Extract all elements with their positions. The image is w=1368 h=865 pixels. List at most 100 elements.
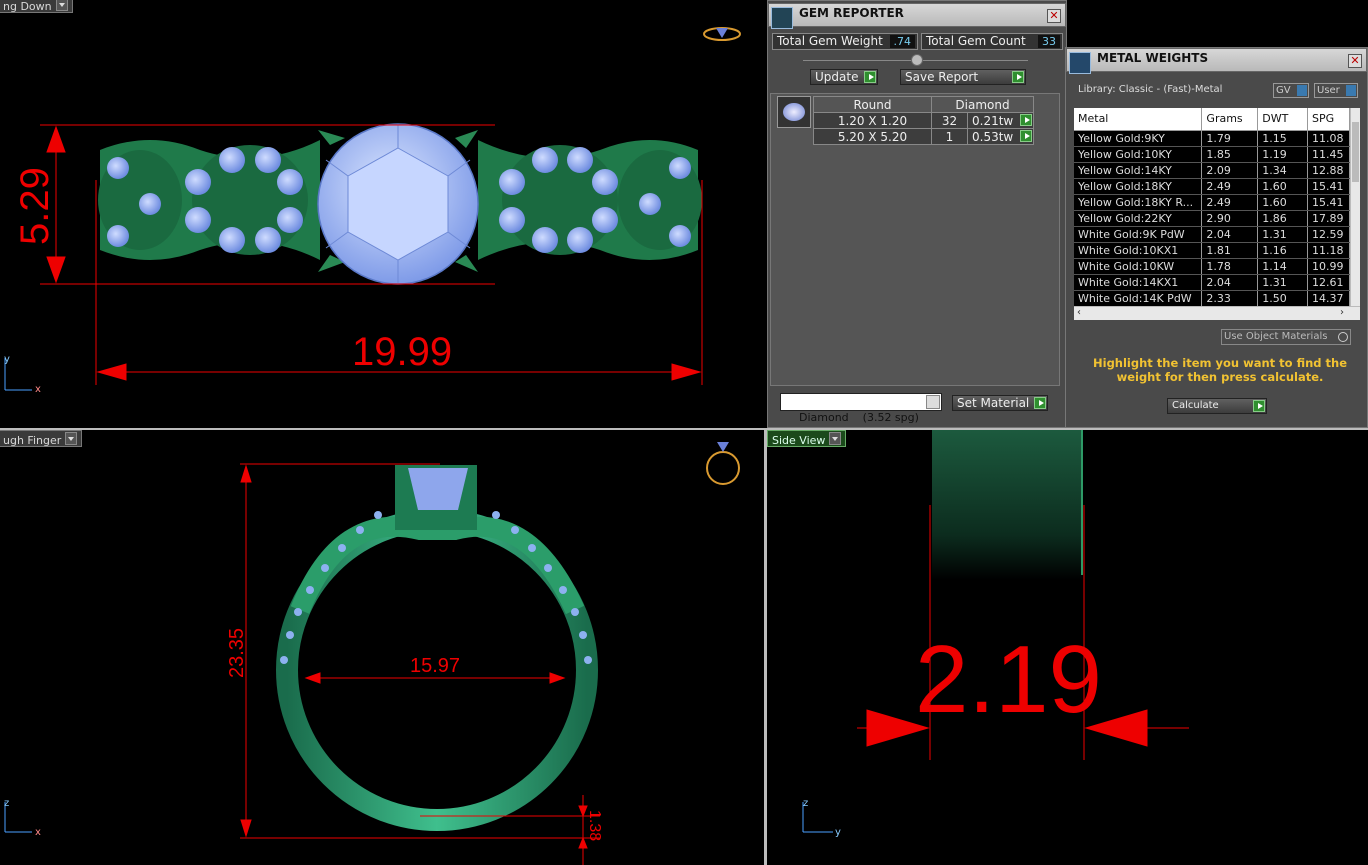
- metal-row[interactable]: Yellow Gold:9KY 1.79 1.15 11.08: [1074, 130, 1350, 147]
- ring-orientation-icon[interactable]: [706, 442, 740, 485]
- center-diamond: [317, 123, 479, 285]
- axis-y-label: y: [835, 827, 841, 838]
- toggle-label: User: [1317, 85, 1340, 96]
- side-viewport[interactable]: Side View 2.19 z y: [767, 430, 1368, 865]
- metal-grams: 2.33: [1201, 290, 1259, 307]
- metal-row[interactable]: Yellow Gold:10KY 1.85 1.19 11.45: [1074, 146, 1350, 163]
- gem-row[interactable]: 5.20 X 5.20 1 0.53tw: [813, 128, 1034, 145]
- metal-table-container[interactable]: Metal Grams DWT SPG Yellow Gold:9KY 1.79 1…: [1074, 108, 1360, 320]
- use-object-materials-toggle[interactable]: Use Object Materials: [1221, 329, 1351, 345]
- front-height-dimension: 23.35: [226, 628, 248, 678]
- top-viewport[interactable]: ng Down 5.29 19.99 y x: [0, 0, 764, 428]
- metal-name: Yellow Gold:9KY: [1074, 130, 1203, 147]
- viewport-name: ugh Finger: [3, 434, 62, 447]
- diamond-icon: [777, 96, 811, 128]
- dwt-header: DWT: [1257, 108, 1308, 131]
- metal-row[interactable]: White Gold:10KX1 1.81 1.16 11.18: [1074, 242, 1350, 259]
- splitter-knob[interactable]: [911, 54, 923, 66]
- axis-gizmo: z y: [802, 798, 841, 838]
- library-label: Library: Classic - (Fast)-Metal: [1078, 84, 1223, 95]
- ring-orientation-icon[interactable]: [703, 27, 741, 41]
- front-thickness-dimension: 1.38: [586, 810, 603, 841]
- play-icon[interactable]: [1020, 114, 1032, 126]
- metal-grams: 2.04: [1201, 274, 1259, 291]
- close-icon[interactable]: ✕: [1047, 9, 1061, 23]
- side-width-dimension: 2.19: [915, 626, 1102, 733]
- metal-name: White Gold:9K PdW: [1074, 226, 1203, 243]
- front-viewport-label[interactable]: ugh Finger: [0, 430, 83, 447]
- chevron-down-icon[interactable]: [55, 0, 68, 11]
- metal-row[interactable]: Yellow Gold:14KY 2.09 1.34 12.88: [1074, 162, 1350, 179]
- metal-dwt: 1.14: [1257, 258, 1308, 275]
- metal-weights-titlebar[interactable]: METAL WEIGHTS ✕: [1066, 48, 1367, 74]
- side-view-canvas: 2.19 z y: [802, 430, 1189, 838]
- axis-gizmo: y x: [4, 354, 41, 395]
- metal-row[interactable]: Yellow Gold:18KY R... 2.49 1.60 15.41: [1074, 194, 1350, 211]
- top-view-canvas: 5.29 19.99 y x: [4, 27, 741, 395]
- field-label: Total Gem Weight: [777, 34, 883, 48]
- button-label: Update: [815, 70, 859, 84]
- set-material-button[interactable]: Set Material: [952, 395, 1048, 411]
- metal-row[interactable]: White Gold:10KW 1.78 1.14 10.99: [1074, 258, 1350, 275]
- gem-reporter-panel: GEM REPORTER ✕ Total Gem Weight .74 Tota…: [767, 0, 1067, 428]
- metal-spg: 12.59: [1307, 226, 1350, 243]
- metal-row[interactable]: Yellow Gold:18KY 2.49 1.60 15.41: [1074, 178, 1350, 195]
- viewport-name: ng Down: [3, 0, 52, 13]
- gem-weight: 0.21tw: [972, 113, 1014, 128]
- close-icon[interactable]: ✕: [1348, 54, 1362, 68]
- metal-dwt: 1.50: [1257, 290, 1308, 307]
- metal-row[interactable]: White Gold:9K PdW 2.04 1.31 12.59: [1074, 226, 1350, 243]
- user-toggle[interactable]: User: [1314, 83, 1358, 98]
- side-viewport-label[interactable]: Side View: [767, 430, 847, 447]
- field-label: Total Gem Count: [926, 34, 1026, 48]
- gv-toggle[interactable]: GV: [1273, 83, 1309, 98]
- front-viewport[interactable]: ugh Finger 23.35 15.97 1.38 z x: [0, 430, 764, 865]
- metal-name: White Gold:10KW: [1074, 258, 1203, 275]
- chevron-down-icon[interactable]: [926, 395, 940, 409]
- metal-grams: 1.78: [1201, 258, 1259, 275]
- chevron-down-icon[interactable]: [65, 432, 78, 445]
- button-label: Calculate: [1172, 400, 1219, 411]
- play-icon: [1012, 71, 1024, 83]
- gem-row[interactable]: 1.20 X 1.20 32 0.21tw: [813, 112, 1034, 129]
- metal-dwt: 1.60: [1257, 194, 1308, 211]
- metal-spg: 12.88: [1307, 162, 1350, 179]
- metal-spg: 11.18: [1307, 242, 1350, 259]
- top-height-dimension: 5.29: [13, 167, 57, 245]
- gem-count: 32: [931, 112, 968, 129]
- top-width-dimension: 19.99: [352, 330, 452, 374]
- metal-row[interactable]: White Gold:14K PdW 2.33 1.50 14.37: [1074, 290, 1350, 307]
- metal-grams: 1.79: [1201, 130, 1259, 147]
- total-gem-count-value: 33: [1038, 35, 1060, 48]
- material-select[interactable]: Diamond (3.52 spg): [780, 393, 942, 424]
- metal-grams: 1.85: [1201, 146, 1259, 163]
- front-view-canvas: 23.35 15.97 1.38 z x: [4, 442, 740, 865]
- metal-name: White Gold:10KX1: [1074, 242, 1203, 259]
- total-gem-weight-value: .74: [889, 35, 915, 48]
- save-report-button[interactable]: Save Report: [900, 69, 1026, 85]
- axis-z-label: z: [4, 798, 9, 809]
- chevron-down-icon[interactable]: [829, 432, 842, 445]
- gem-reporter-titlebar[interactable]: GEM REPORTER ✕: [768, 3, 1066, 29]
- chevron-left-icon[interactable]: ‹: [1077, 307, 1081, 318]
- metal-row[interactable]: White Gold:14KX1 2.04 1.31 12.61: [1074, 274, 1350, 291]
- metal-spg: 17.89: [1307, 210, 1350, 227]
- spg-header: SPG: [1307, 108, 1350, 131]
- update-button[interactable]: Update: [810, 69, 878, 85]
- axis-y-label: y: [4, 354, 10, 365]
- metal-weights-icon: [1069, 52, 1091, 74]
- calculate-button[interactable]: Calculate: [1167, 398, 1267, 414]
- chevron-right-icon[interactable]: ›: [1340, 307, 1344, 318]
- front-inner-dimension: 15.97: [410, 655, 460, 677]
- metal-grams: 2.09: [1201, 162, 1259, 179]
- toggle-label: GV: [1276, 85, 1291, 96]
- play-icon[interactable]: [1020, 130, 1032, 142]
- metal-weights-panel: METAL WEIGHTS ✕ Library: Classic - (Fast…: [1065, 47, 1368, 428]
- horizontal-scrollbar[interactable]: ‹ ›: [1074, 306, 1360, 320]
- metal-row[interactable]: Yellow Gold:22KY 2.90 1.86 17.89: [1074, 210, 1350, 227]
- vertical-scrollbar[interactable]: [1350, 108, 1360, 306]
- metal-dwt: 1.60: [1257, 178, 1308, 195]
- total-gem-weight-field: Total Gem Weight .74: [772, 33, 918, 50]
- top-viewport-label[interactable]: ng Down: [0, 0, 73, 13]
- gem-weight: 0.53tw: [972, 129, 1014, 144]
